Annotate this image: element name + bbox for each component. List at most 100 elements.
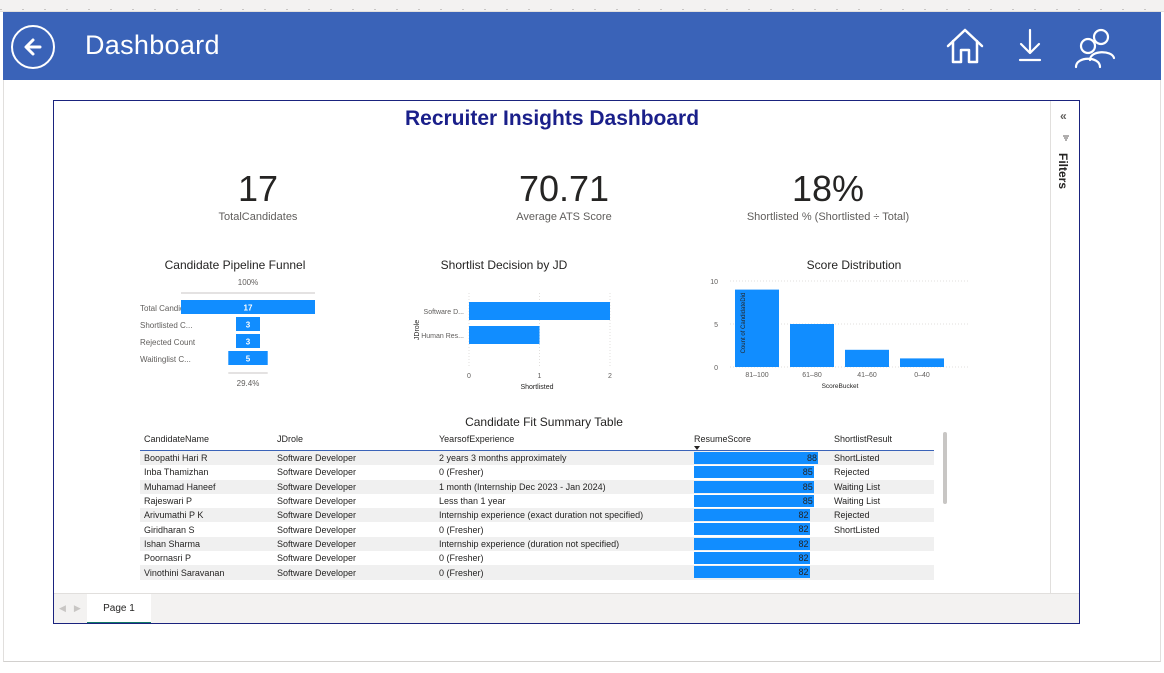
x-tick-label: 0 — [467, 373, 471, 380]
score-value: 82 — [798, 553, 809, 564]
cell-candidate-name: Rajeswari P — [144, 496, 193, 507]
table-row[interactable]: Ishan Sharma Software Developer Internship… — [140, 536, 934, 552]
cell-jd-role: Software Developer — [277, 496, 357, 507]
score-databar — [694, 452, 818, 464]
col-header[interactable]: CandidateName — [140, 434, 273, 444]
cell-candidate-name: Giridharan S — [144, 524, 195, 535]
cell-jd-role: Software Developer — [277, 453, 357, 464]
y-axis-title: JDrole — [414, 320, 421, 340]
kpi-value: 17 — [237, 168, 279, 209]
funnel-chart[interactable]: 100%Total Candid... 17Shortlisted C... 3Re… — [134, 273, 364, 393]
filters-label[interactable]: Filters — [1056, 153, 1070, 189]
score-databar — [694, 523, 810, 536]
jd-bar-chart[interactable]: 0 1 2 Software D... Human Res... Shortlisted J… — [390, 273, 630, 393]
y-tick-label: 5 — [714, 322, 718, 329]
cell-jd-role: Software Developer — [277, 481, 357, 492]
cell-experience: Internship experience (duration not spec… — [439, 538, 620, 549]
table-row[interactable]: Poornasri P Software Developer 0 (Fresher)… — [140, 551, 934, 565]
people-icon[interactable] — [1073, 26, 1119, 70]
score-column[interactable] — [845, 349, 889, 367]
cell-candidate-name: Ishan Sharma — [144, 538, 201, 549]
score-databar — [694, 566, 810, 579]
cell-shortlist-result: ShortListed — [834, 453, 880, 464]
cell-jd-role: Software Developer — [277, 538, 357, 549]
cell-jd-role: Software Developer — [277, 553, 357, 564]
candidate-table[interactable]: CandidateName JDrole YearsofExperience R… — [140, 431, 934, 580]
cell-experience: 0 (Fresher) — [439, 467, 484, 478]
filters-pane[interactable]: « Filters — [1050, 101, 1079, 593]
home-icon[interactable] — [944, 26, 986, 66]
col-header[interactable]: JDrole — [273, 434, 435, 444]
cell-resume-score: 85 — [692, 494, 830, 508]
report-viewer: Recruiter Insights Dashboard 17 TotalCan… — [53, 100, 1080, 624]
cell-experience: 0 (Fresher) — [439, 553, 484, 564]
cell-resume-score: 82 — [692, 508, 830, 522]
col-header[interactable]: YearsofExperience — [435, 434, 692, 444]
funnel-category-label: Rejected Count — [140, 338, 196, 347]
cell-candidate-name: Boopathi Hari R — [144, 453, 208, 464]
funnel-bar-value: 5 — [246, 355, 251, 364]
score-value: 82 — [798, 567, 809, 578]
score-databar — [694, 480, 814, 493]
cell-resume-score: 82 — [692, 551, 830, 565]
report-canvas: Recruiter Insights Dashboard 17 TotalCan… — [54, 101, 1050, 593]
table-header: CandidateName JDrole YearsofExperience R… — [140, 431, 934, 451]
table-row[interactable]: Vinothini Saravanan Software Developer 0 (… — [140, 565, 934, 580]
cell-experience: 0 (Fresher) — [439, 567, 484, 578]
report-title: Recruiter Insights Dashboard — [404, 107, 700, 130]
table-row[interactable]: Inba Thamizhan Software Developer 0 (Fresh… — [140, 465, 934, 479]
table-row[interactable]: Boopathi Hari R Software Developer 2 years… — [140, 451, 934, 466]
x-category-label: 0–40 — [914, 372, 930, 379]
cell-candidate-name: Arivumathi P K — [144, 510, 204, 521]
cell-resume-score: 82 — [692, 537, 830, 551]
jd-bar[interactable] — [469, 326, 540, 344]
cell-resume-score: 82 — [692, 522, 830, 536]
col-header-sorted[interactable]: ResumeScore — [692, 434, 830, 450]
kpi-card-average-ats[interactable]: 70.71 Average ATS Score — [444, 168, 684, 224]
kpi-value: 70.71 — [518, 168, 610, 209]
score-column-chart[interactable]: 0 5 10 81–100 61–80 41–60 0–40 ScoreBucket Count… — [680, 273, 980, 393]
tab-page-1[interactable]: Page 1 — [87, 594, 151, 623]
cell-candidate-name: Poornasri P — [144, 553, 192, 564]
cell-experience: 0 (Fresher) — [439, 524, 484, 535]
collapse-filters-button[interactable]: « — [1060, 109, 1067, 123]
score-column[interactable] — [790, 324, 834, 367]
kpi-card-total-candidates[interactable]: 17 TotalCandidates — [138, 168, 378, 224]
x-category-label: 61–80 — [802, 372, 822, 379]
score-value: 82 — [798, 524, 809, 535]
x-tick-label: 1 — [538, 373, 542, 380]
cell-resume-score: 85 — [692, 480, 830, 494]
download-icon[interactable] — [1016, 26, 1044, 66]
cell-experience: Less than 1 year — [439, 496, 506, 507]
col-header[interactable]: ShortlistResult — [830, 434, 934, 444]
cell-shortlist-result: Waiting List — [834, 481, 881, 492]
score-databar — [694, 466, 814, 479]
cell-resume-score: 82 — [692, 565, 830, 579]
table-row[interactable]: Muhamad Haneef Software Developer 1 month … — [140, 479, 934, 494]
score-value: 85 — [802, 495, 813, 506]
table-row[interactable]: Rajeswari P Software Developer Less than 1… — [140, 494, 934, 508]
cell-shortlist-result: Waiting List — [834, 496, 881, 507]
cell-experience: Internship experience (exact duration no… — [439, 510, 644, 521]
table-row[interactable]: Giridharan S Software Developer 0 (Fresher… — [140, 522, 934, 536]
cell-jd-role: Software Developer — [277, 467, 357, 478]
funnel-title: Candidate Pipeline Funnel — [164, 258, 306, 272]
table-row[interactable]: Arivumathi P K Software Developer Internsh… — [140, 508, 934, 523]
score-value: 85 — [802, 467, 813, 478]
sort-desc-icon — [694, 446, 700, 450]
kpi-label: Shortlisted % (Shortlisted ÷ Total) — [746, 211, 910, 223]
jd-chart-title: Shortlist Decision by JD — [440, 258, 568, 272]
score-column[interactable] — [900, 358, 944, 367]
cell-shortlist-result: Rejected — [834, 467, 870, 478]
back-arrow-icon — [24, 38, 42, 56]
kpi-card-shortlisted-pct[interactable]: 18% Shortlisted % (Shortlisted ÷ Total) — [708, 169, 948, 224]
tab-scroll-arrows-icon[interactable]: ◀▶ — [59, 603, 89, 614]
funnel-bar-value: 17 — [244, 304, 253, 313]
table-scrollbar[interactable] — [943, 432, 947, 504]
back-button[interactable] — [11, 25, 55, 69]
jd-bar[interactable] — [469, 302, 610, 320]
table-body: Boopathi Hari R Software Developer 2 years… — [140, 451, 934, 580]
x-tick-label: 2 — [608, 373, 612, 380]
cell-jd-role: Software Developer — [277, 524, 357, 535]
table-title: Candidate Fit Summary Table — [465, 415, 623, 429]
